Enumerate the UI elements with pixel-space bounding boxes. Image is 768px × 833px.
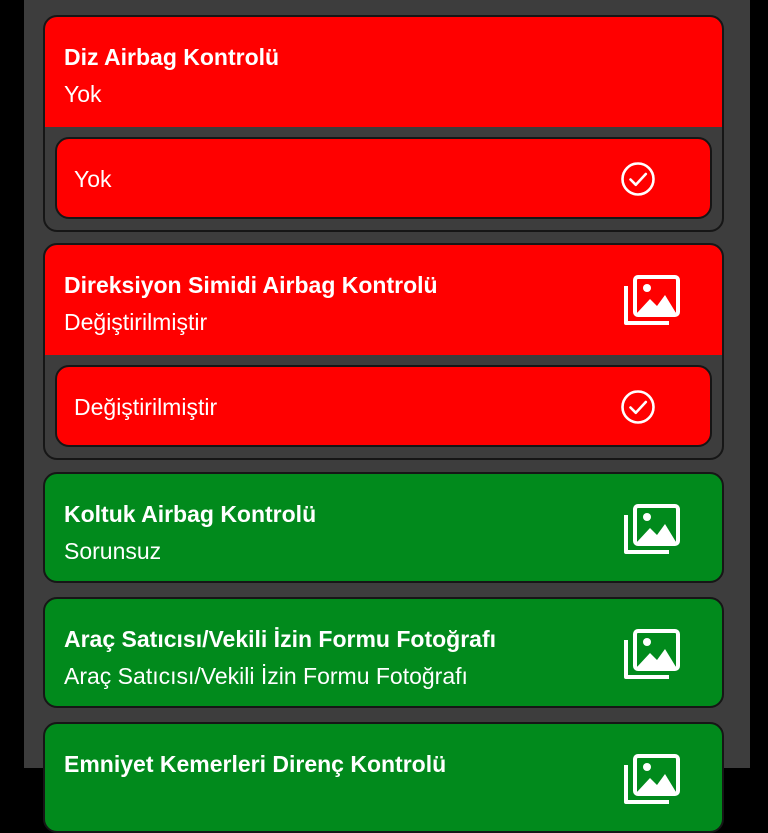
inspection-item-title: Diz Airbag Kontrolü: [64, 44, 280, 70]
inspection-item-seat-airbag[interactable]: Koltuk Airbag Kontrolü Sorunsuz: [43, 472, 724, 583]
inspection-item-header: Araç Satıcısı/Vekili İzin Formu Fotoğraf…: [45, 599, 722, 706]
inspection-item-header: Emniyet Kemerleri Direnç Kontrolü: [45, 724, 722, 831]
inspection-item-seatbelt-resistance[interactable]: Emniyet Kemerleri Direnç Kontrolü: [43, 722, 724, 833]
gallery-icon[interactable]: [622, 627, 682, 681]
inspection-option-selected[interactable]: Yok: [55, 137, 712, 219]
inspection-item-value: Yok: [64, 81, 102, 107]
inspection-item-steering-airbag: Direksiyon Simidi Airbag Kontrolü Değişt…: [43, 243, 724, 460]
inspection-option-selected[interactable]: Değiştirilmiştir: [55, 365, 712, 447]
gallery-icon[interactable]: [622, 752, 682, 806]
gallery-icon[interactable]: [622, 502, 682, 556]
inspection-item-knee-airbag: Diz Airbag Kontrolü Yok Yok: [43, 15, 724, 232]
gallery-icon[interactable]: [622, 273, 682, 327]
option-label: Yok: [74, 166, 112, 192]
inspection-item-header: Koltuk Airbag Kontrolü Sorunsuz: [45, 474, 722, 581]
inspection-item-header[interactable]: Diz Airbag Kontrolü Yok: [45, 17, 722, 127]
option-label: Değiştirilmiştir: [74, 394, 218, 420]
inspection-item-header[interactable]: Direksiyon Simidi Airbag Kontrolü Değişt…: [45, 245, 722, 355]
inspection-item-seller-permission-form[interactable]: Araç Satıcısı/Vekili İzin Formu Fotoğraf…: [43, 597, 724, 708]
check-circle-icon: [621, 162, 655, 196]
check-circle-icon: [621, 390, 655, 424]
